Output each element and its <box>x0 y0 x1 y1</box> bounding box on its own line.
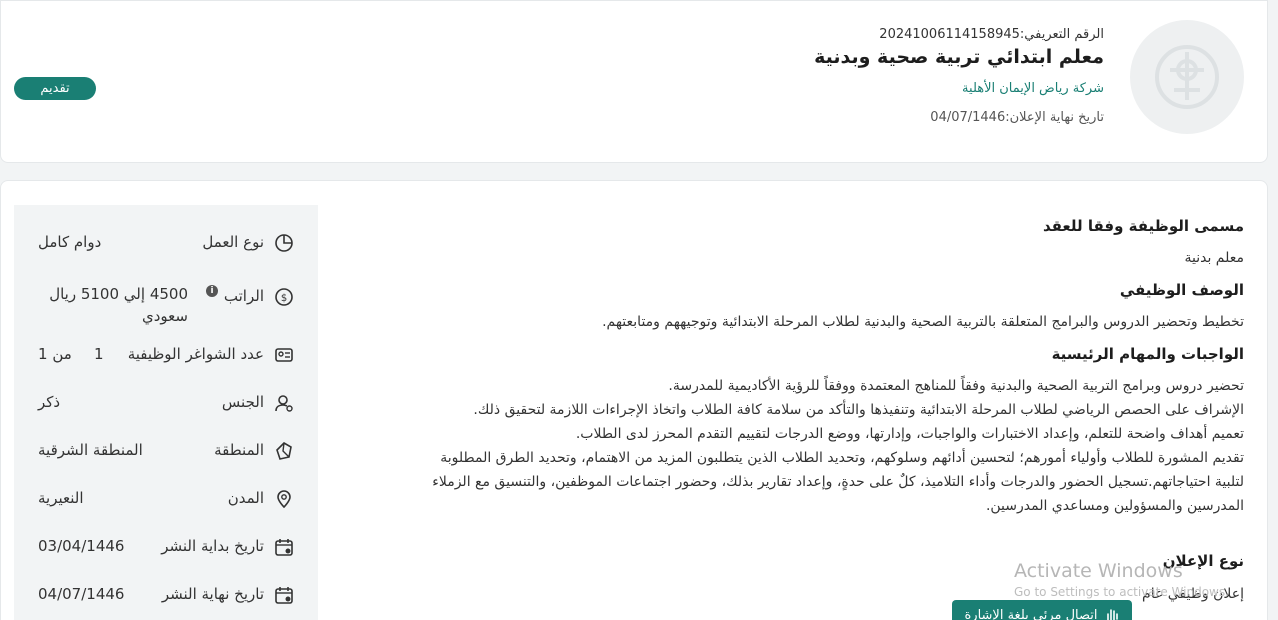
salary-label: الراتب <box>223 287 264 305</box>
region-value: المنطقة الشرقية <box>38 441 143 459</box>
work-type-value: دوام كامل <box>38 233 102 251</box>
salary-row: $ الراتب i 4500 إلي 5100 ريال سعودي <box>14 281 318 327</box>
hand-sign-icon <box>1106 609 1118 620</box>
job-summary-panel: نوع العمل دوام كامل $ الراتب i 4500 إلي … <box>14 205 318 620</box>
publish-end-row: تاريخ نهاية النشر 04/07/1446 <box>14 579 318 609</box>
publish-end-label: تاريخ نهاية النشر <box>161 585 264 603</box>
region-label: المنطقة <box>214 441 264 459</box>
vacancies-total: من 1 <box>38 345 72 363</box>
city-label: المدن <box>227 489 264 507</box>
job-title: معلم ابتدائي تربية صحية وبدنية <box>814 46 1104 68</box>
activate-windows-title: Activate Windows <box>1014 560 1183 582</box>
duties-text: تحضير دروس وبرامج التربية الصحية والبدني… <box>432 378 1244 514</box>
publish-start-value: 03/04/1446 <box>38 537 125 555</box>
calendar-icon <box>275 587 293 604</box>
gender-value: ذكر <box>38 393 61 411</box>
publish-end-value: 04/07/1446 <box>38 585 125 603</box>
ad-end-date: تاريخ نهاية الإعلان:04/07/1446 <box>930 110 1104 125</box>
city-row: المدن النعيرية <box>14 483 318 513</box>
work-type-row: نوع العمل دوام كامل <box>14 227 318 257</box>
svg-text:$: $ <box>281 293 287 304</box>
sign-language-call-button[interactable]: اتصال مرئي بلغة الإشارة <box>952 600 1132 620</box>
region-row: المنطقة المنطقة الشرقية <box>14 435 318 465</box>
city-value: النعيرية <box>38 489 84 507</box>
id-card-icon <box>275 348 293 362</box>
work-type-label: نوع العمل <box>202 233 264 251</box>
company-logo <box>1130 20 1244 134</box>
publish-start-row: تاريخ بداية النشر 03/04/1446 <box>14 531 318 561</box>
vacancies-row: عدد الشواغر الوظيفية 1 من 1 <box>14 339 318 369</box>
salary-value: 4500 إلي 5100 ريال سعودي <box>49 285 188 325</box>
pie-chart-icon <box>275 234 293 252</box>
user-icon <box>275 395 293 412</box>
description-heading: الوصف الوظيفي <box>1119 281 1244 299</box>
sign-language-label: اتصال مرئي بلغة الإشارة <box>964 607 1098 620</box>
contract-title-value: معلم بدنية <box>1184 250 1244 266</box>
gender-label: الجنس <box>221 393 264 411</box>
job-id: الرقم التعريفي:20241006114158945 <box>879 27 1104 42</box>
calendar-icon <box>275 539 293 556</box>
publish-start-label: تاريخ بداية النشر <box>161 537 264 555</box>
map-region-icon <box>276 442 292 460</box>
vacancies-label: عدد الشواغر الوظيفية <box>127 345 264 363</box>
location-pin-icon <box>277 490 291 509</box>
apply-button[interactable]: تقديم <box>14 77 96 100</box>
gender-row: الجنس ذكر <box>14 387 318 417</box>
duties-heading: الواجبات والمهام الرئيسية <box>1051 345 1244 363</box>
info-icon[interactable]: i <box>206 285 218 297</box>
description-text: تخطيط وتحضير الدروس والبرامج المتعلقة با… <box>602 314 1244 330</box>
emblem-icon <box>1155 45 1219 109</box>
company-link[interactable]: شركة رياض الإيمان الأهلية <box>962 81 1104 96</box>
vacancies-available: 1 <box>94 345 104 363</box>
contract-title-heading: مسمى الوظيفة وفقا للعقد <box>1042 217 1244 235</box>
activate-windows-subtitle: Go to Settings to activate Windows. <box>1014 585 1229 599</box>
money-icon: $ <box>275 288 293 306</box>
